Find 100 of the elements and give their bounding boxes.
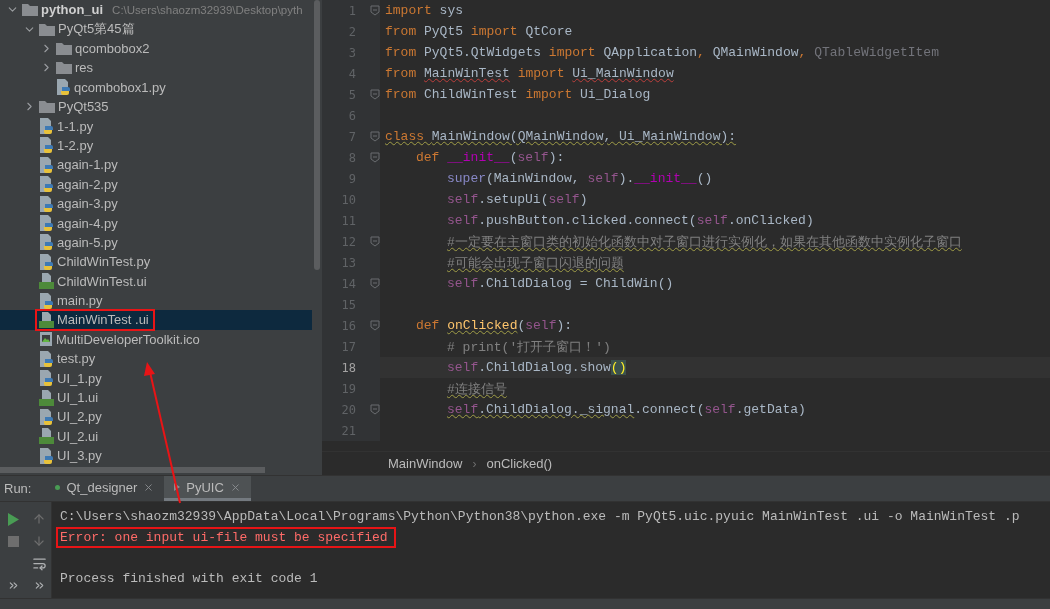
qt-file-icon [39, 273, 54, 290]
arrow-down-icon[interactable] [32, 534, 46, 548]
tree-row[interactable]: again-3.py [0, 193, 312, 214]
tree-row[interactable]: python_ui C:\Users\shaozm32939\Desktop\pyth [0, 0, 312, 20]
fold-icon[interactable] [370, 404, 380, 415]
breadcrumb-item[interactable]: MainWindow [388, 456, 463, 471]
tree-row[interactable]: qcombobox2 [0, 38, 312, 59]
python-file-icon [39, 176, 54, 193]
file-name: qcombobox2 [75, 41, 150, 56]
code-line: self.setupUi(self) [447, 192, 588, 207]
scrollbar-thumb[interactable] [0, 467, 265, 473]
tree-row[interactable]: UI_3.py [0, 446, 312, 466]
file-name: UI_1.py [57, 370, 102, 386]
code-line: #连接信号 [447, 380, 507, 398]
tree-row[interactable]: res [0, 58, 312, 78]
stop-icon[interactable] [7, 535, 19, 547]
wrap-icon[interactable] [31, 555, 47, 571]
code-line: def __init__(self): [416, 150, 565, 165]
tree-row[interactable]: UI_2.py [0, 407, 312, 427]
tree-row[interactable]: 1-1.py [0, 116, 312, 136]
file-name: MultiDeveloperToolkit.ico [56, 331, 200, 347]
close-icon[interactable] [229, 481, 241, 493]
close-icon[interactable] [143, 481, 155, 493]
python-file-icon [39, 253, 54, 270]
fold-icon[interactable] [370, 89, 380, 100]
folder-icon [39, 22, 55, 36]
file-name: UI_2.ui [57, 428, 99, 444]
run-icon[interactable] [7, 512, 19, 526]
tree-row[interactable]: MainWinTest .ui [0, 310, 312, 330]
tree-row[interactable]: UI_1.ui [0, 387, 312, 408]
file-name: res [75, 60, 94, 76]
python-file-icon [39, 118, 54, 135]
qt-file-icon [39, 389, 54, 406]
code-line: super(MainWindow, self).__init__() [447, 171, 713, 186]
code-line: self.pushButton.clicked.connect(self.onClicked) [447, 213, 814, 228]
file-name: qcombobox1.py [74, 79, 166, 95]
tree-row[interactable]: again-4.py [0, 213, 312, 233]
play-icon [174, 483, 181, 491]
fold-icon[interactable] [370, 131, 380, 142]
run-tab[interactable]: PyUIC [164, 476, 251, 501]
file-name: UI_1.ui [57, 390, 99, 405]
console-line: Process finished with exit code 1 [59, 570, 319, 588]
tree-row[interactable]: PyQt5第45篇 [0, 19, 312, 39]
code-line: from ChildWinTest import Ui_Dialog [385, 87, 651, 102]
code-line: from PyQt5 import QtCore [385, 24, 573, 39]
code-line: def onClicked(self): [416, 318, 573, 333]
code-line: # print('打开子窗口！') [447, 338, 611, 356]
breadcrumb-item[interactable]: onClicked() [486, 456, 553, 471]
file-name: again-4.py [57, 215, 118, 231]
tree-row[interactable]: 1-2.py [0, 135, 312, 156]
python-file-icon [39, 137, 54, 154]
status-dot-icon [55, 484, 61, 490]
tree-row[interactable]: UI_2.ui [0, 426, 312, 446]
tree-row[interactable]: main.py [0, 290, 312, 311]
tree-row[interactable]: test.py [0, 349, 312, 369]
tree-row[interactable]: again-5.py [0, 232, 312, 253]
fold-icon[interactable] [370, 278, 380, 289]
file-name: again-3.py [57, 196, 118, 212]
arrow-up-icon[interactable] [32, 512, 46, 526]
scrollbar-thumb[interactable] [314, 0, 320, 270]
code-line: self.ChildDialog._signal.connect(self.getData) [447, 402, 806, 417]
file-name: PyQt535 [58, 99, 109, 115]
python-file-icon [39, 370, 54, 387]
tree-row[interactable]: again-1.py [0, 155, 312, 175]
folder-icon [22, 3, 38, 17]
tree-row[interactable]: MultiDeveloperToolkit.ico [0, 329, 312, 350]
run-label: Run: [3, 481, 33, 496]
fold-icon[interactable] [370, 5, 380, 16]
tree-row[interactable]: ChildWinTest.ui [0, 271, 312, 291]
python-file-icon [39, 156, 54, 173]
fold-icon[interactable] [370, 152, 380, 163]
qt-file-icon [39, 311, 54, 328]
folder-icon [56, 42, 72, 55]
file-name: 1-1.py [57, 118, 94, 134]
code-line: class MainWindow(QMainWindow, Ui_MainWindow): [385, 129, 737, 144]
python-file-icon [39, 350, 54, 367]
fold-icon[interactable] [370, 320, 380, 331]
folder-icon [39, 100, 55, 114]
file-name: PyQt5第45篇 [58, 20, 135, 39]
fold-icon[interactable] [370, 236, 380, 247]
python-file-icon [39, 292, 54, 309]
file-name: again-1.py [57, 157, 118, 173]
file-name: test.py [57, 351, 96, 367]
file-name: ChildWinTest.py [57, 254, 151, 270]
python-file-icon [39, 447, 54, 464]
python-file-icon [39, 195, 54, 212]
tree-row[interactable]: again-2.py [0, 174, 312, 194]
run-tab[interactable]: Qt_designer [45, 476, 165, 501]
tree-row[interactable]: ChildWinTest.py [0, 252, 312, 272]
python-file-icon [56, 79, 71, 96]
file-name: again-2.py [57, 176, 118, 192]
file-name: main.py [57, 293, 103, 309]
code-line: self.ChildDialog = ChildWin() [447, 276, 674, 291]
code-line: self.ChildDialog.show() [447, 360, 627, 375]
python-file-icon [39, 234, 54, 251]
tree-row[interactable]: PyQt535 [0, 96, 312, 117]
code-line: #可能会出现子窗口闪退的问题 [447, 254, 624, 272]
tree-row[interactable]: UI_1.py [0, 368, 312, 388]
tree-row[interactable]: qcombobox1.py [0, 77, 312, 97]
code-line: from PyQt5.QtWidgets import QApplication, QMainWindow, QTableWidgetItem [385, 45, 939, 60]
